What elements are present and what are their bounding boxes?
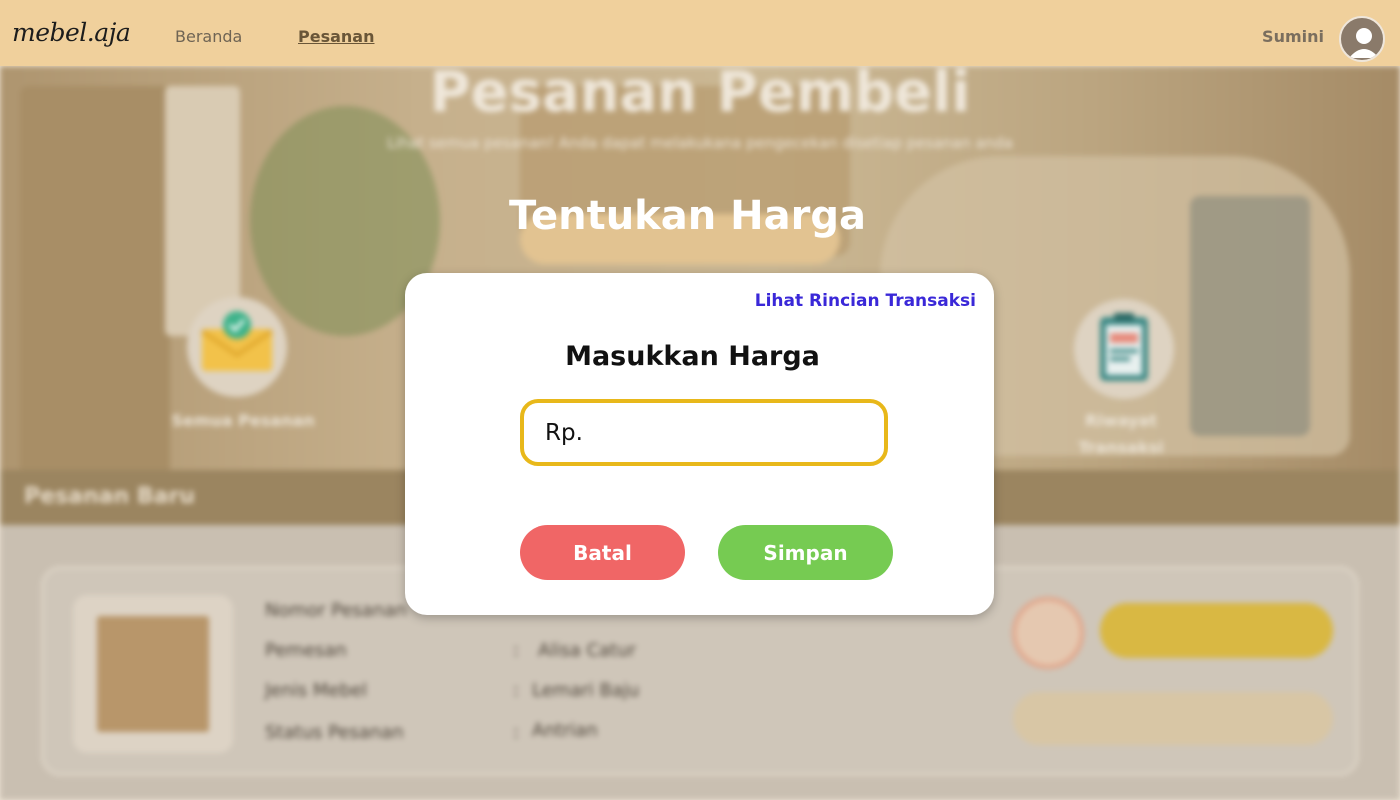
modal-heading: Masukkan Harga [565,341,820,372]
order-number-label: Nomor Pesanan [265,600,407,621]
transaction-history-label: Riwayat Transaksi [1078,411,1164,457]
cancel-button[interactable]: Batal [520,525,685,580]
wardrobe-image [97,616,209,732]
furniture-type-label: Jenis Mebel [265,680,367,701]
transaction-history-button [1074,299,1174,399]
clipboard-icon [1100,313,1148,381]
set-price-button-bg [1100,603,1333,658]
modal-title: Tentukan Harga [509,193,866,239]
navbar: mebel.aja Beranda Pesanan Sumini [0,0,1400,66]
nav-link-home[interactable]: Beranda [175,27,242,46]
view-transaction-details-link[interactable]: Lihat Rincian Transaksi [755,291,976,311]
customer-value: Alisa Catur [538,640,636,661]
save-button[interactable]: Simpan [718,525,893,580]
order-status-label: Status Pesanan [265,722,404,743]
price-input[interactable] [520,399,888,466]
view-details-button-bg [1013,692,1333,745]
status-icon [1012,597,1084,669]
all-orders-label: Semua Pesanan [171,411,315,430]
logo[interactable]: mebel.aja [12,18,131,47]
customer-label: Pemesan [265,640,347,661]
user-icon [1349,28,1379,58]
user-name[interactable]: Sumini [1262,27,1324,46]
section-title: Pesanan Baru [24,484,195,509]
hero-title: Pesanan Pembeli [429,66,971,125]
hero-subtitle: Lihat semua pesanan! Anda dapat melakuka… [387,134,1013,152]
nav-link-orders[interactable]: Pesanan [298,27,374,46]
price-modal: Lihat Rincian Transaksi Masukkan Harga B… [405,273,994,615]
avatar[interactable] [1339,16,1385,62]
envelope-check-icon [200,311,274,371]
all-orders-button [187,297,287,397]
order-status-value: Antrian [532,720,598,741]
furniture-type-value: Lemari Baju [532,680,640,701]
